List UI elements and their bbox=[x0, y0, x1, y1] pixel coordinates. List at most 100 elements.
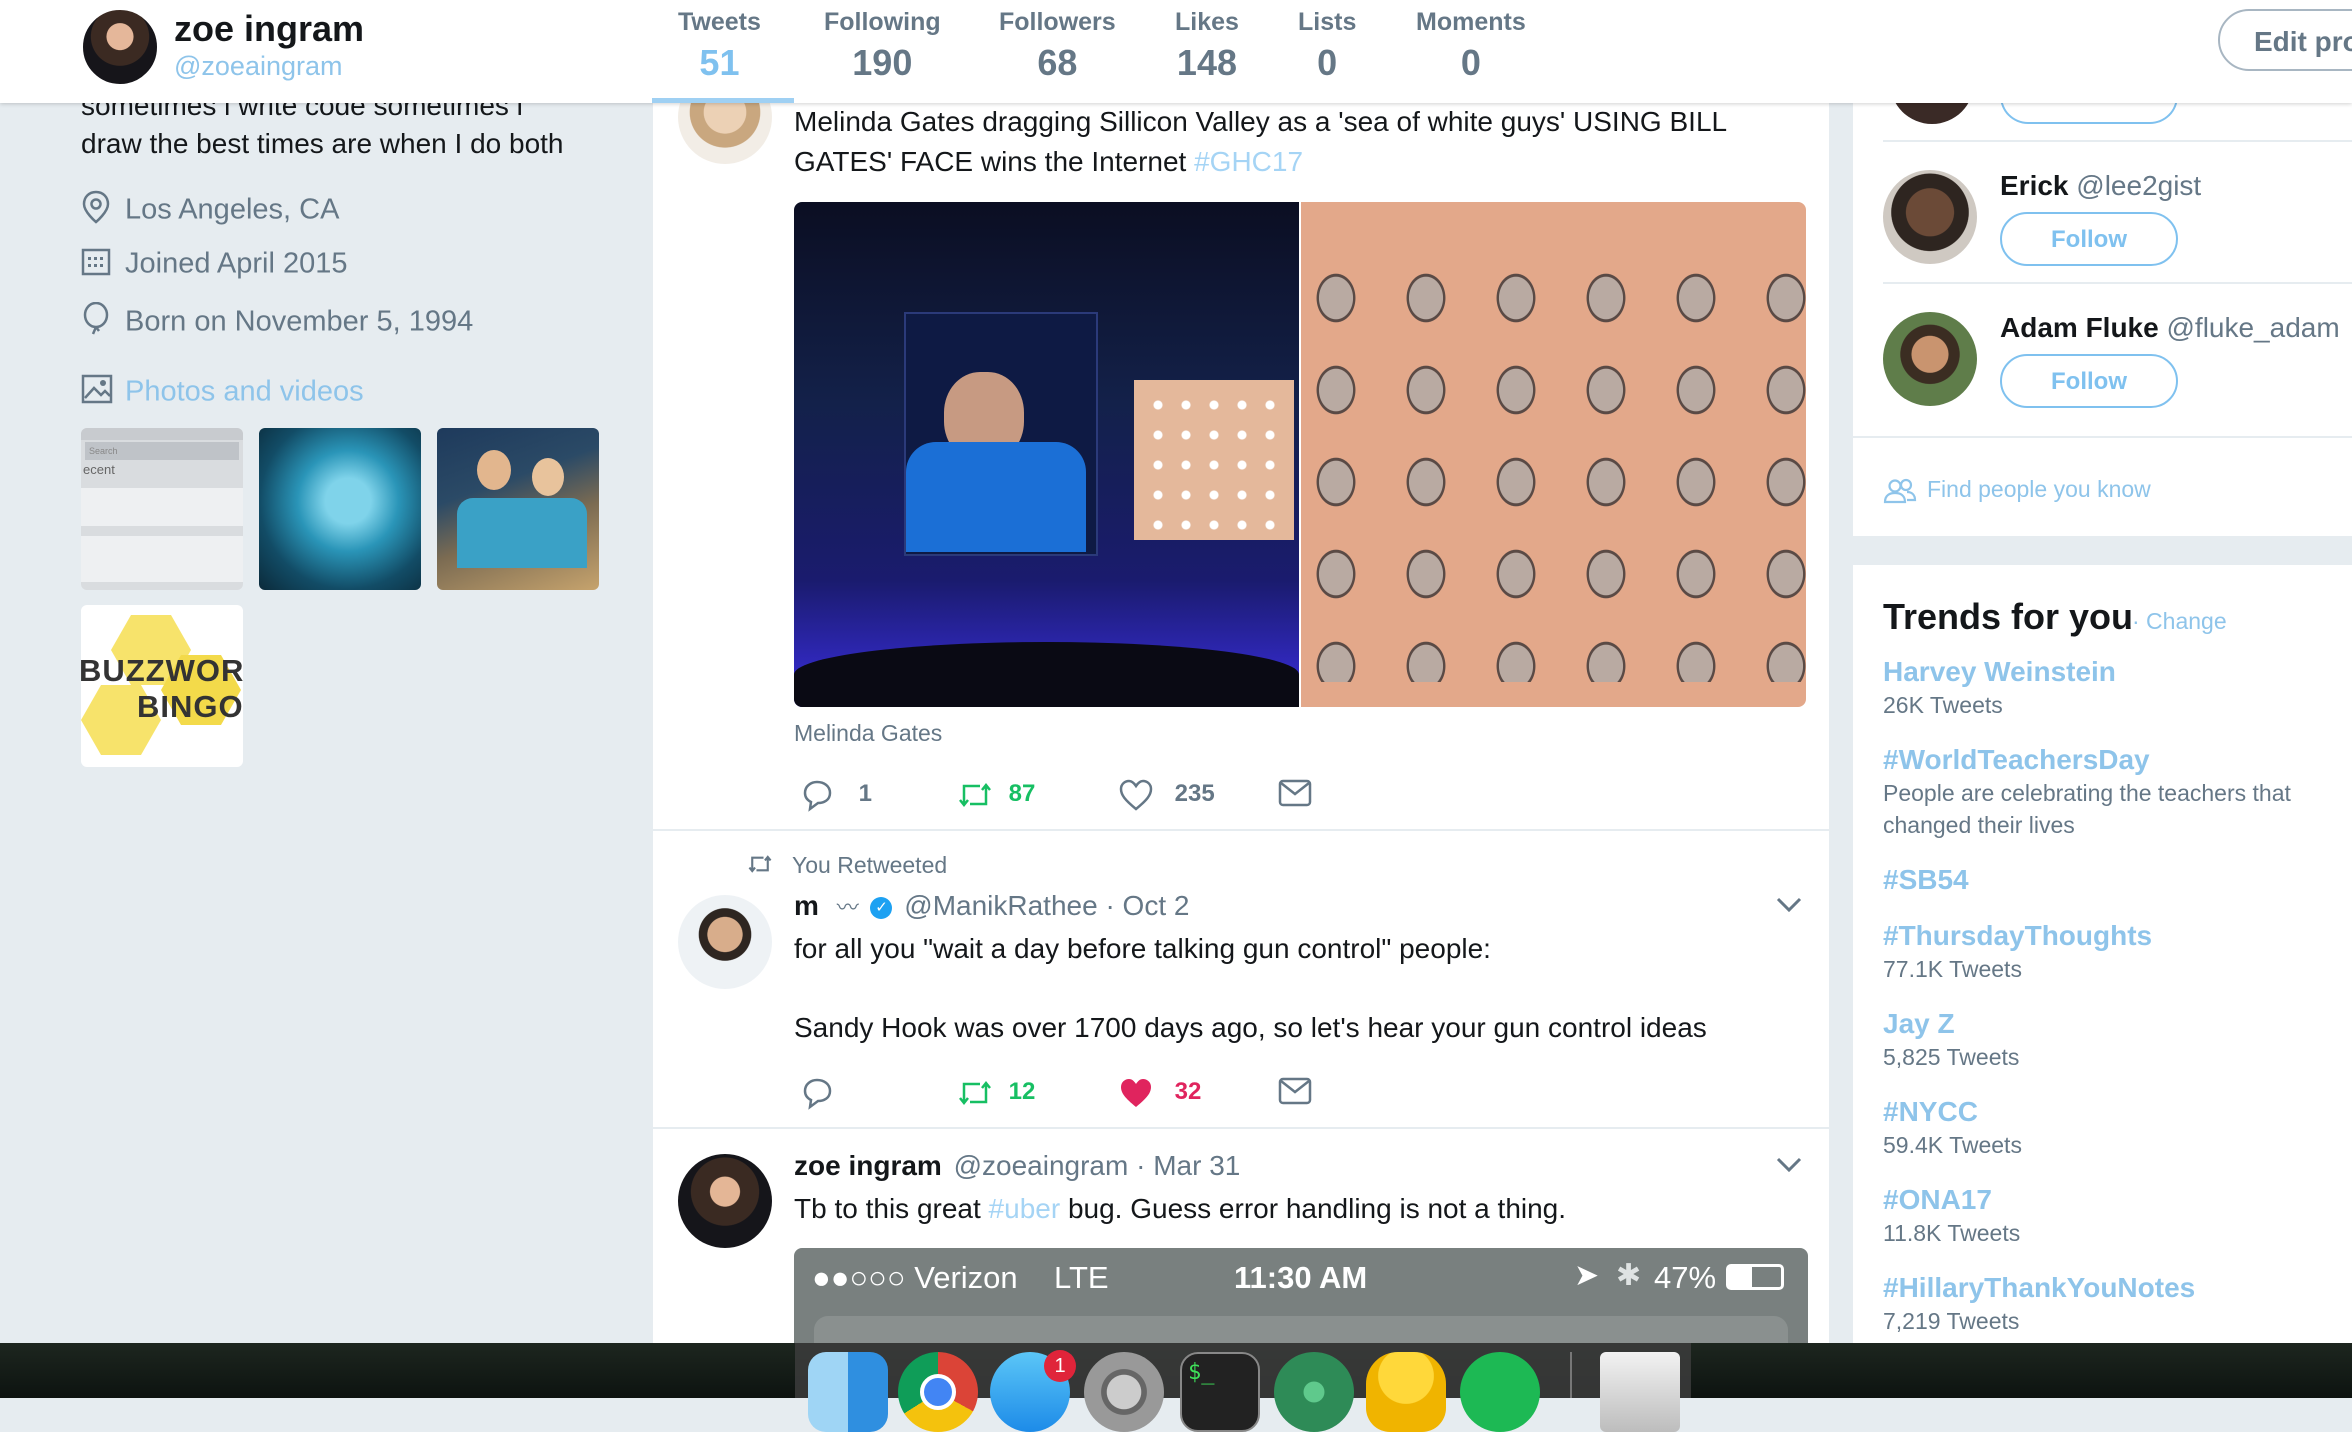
heart-icon bbox=[1119, 779, 1153, 811]
stat-likes[interactable]: Likes 148 bbox=[1175, 8, 1239, 84]
trend-item[interactable]: #HillaryThankYouNotes bbox=[1883, 1272, 2195, 1304]
edit-profile-button[interactable]: Edit pro bbox=[2218, 9, 2352, 71]
suggested-handle: @lee2gist bbox=[2076, 170, 2202, 201]
birthday-text: Born on November 5, 1994 bbox=[125, 305, 474, 338]
reply-button[interactable] bbox=[800, 1076, 834, 1117]
tweet-photo-faces[interactable] bbox=[1301, 202, 1806, 707]
tweet-date[interactable]: · Oct 2 bbox=[1105, 890, 1189, 921]
trend-item[interactable]: #ThursdayThoughts bbox=[1883, 920, 2152, 952]
media-thumbnail[interactable] bbox=[437, 428, 599, 590]
suggested-user[interactable]: Adam Fluke @fluke_adam bbox=[2000, 312, 2340, 344]
author-deco: 〰 bbox=[836, 895, 859, 920]
trend-item[interactable]: Jay Z bbox=[1883, 1008, 1955, 1040]
stat-moments[interactable]: Moments 0 bbox=[1416, 8, 1526, 84]
balloon-icon bbox=[81, 301, 115, 344]
trash-icon[interactable] bbox=[1600, 1352, 1680, 1432]
author-name[interactable]: m bbox=[794, 890, 819, 921]
chevron-down-icon[interactable] bbox=[1776, 896, 1802, 919]
trend-item[interactable]: #SB54 bbox=[1883, 864, 1969, 896]
photos-videos-link[interactable]: Photos and videos bbox=[81, 374, 364, 414]
phone-carrier: ●●○○○ Verizon bbox=[812, 1260, 1018, 1295]
avatar[interactable] bbox=[1883, 170, 1977, 264]
atom-icon[interactable] bbox=[1274, 1352, 1354, 1432]
spotify-icon[interactable] bbox=[1460, 1352, 1540, 1432]
find-people-link[interactable]: Find people you know bbox=[1883, 476, 2151, 504]
trend-item[interactable]: #ONA17 bbox=[1883, 1184, 1992, 1216]
system-preferences-icon[interactable] bbox=[1084, 1352, 1164, 1432]
suggested-handle: @fluke_adam bbox=[2166, 312, 2340, 343]
avatar[interactable] bbox=[678, 1154, 772, 1248]
retweet-icon bbox=[959, 1080, 991, 1106]
avatar[interactable] bbox=[678, 895, 772, 989]
tweet-header: m 〰 ✓ @ManikRathee · Oct 2 bbox=[794, 890, 1189, 922]
follow-button[interactable]: Follow bbox=[2000, 212, 2178, 266]
chrome-icon[interactable] bbox=[898, 1352, 978, 1432]
reply-button[interactable]: 1 bbox=[800, 778, 872, 812]
author-handle[interactable]: @ManikRathee bbox=[904, 890, 1097, 921]
active-tab-indicator bbox=[652, 98, 794, 103]
finder-icon[interactable] bbox=[808, 1352, 888, 1432]
people-icon bbox=[1883, 478, 1917, 504]
chevron-down-icon[interactable] bbox=[1776, 1156, 1802, 1179]
follow-button[interactable]: Follow bbox=[2000, 354, 2178, 408]
terminal-icon[interactable]: $_ bbox=[1180, 1352, 1260, 1432]
stat-lists[interactable]: Lists 0 bbox=[1298, 8, 1356, 84]
phone-time: 11:30 AM bbox=[1234, 1260, 1368, 1295]
tweet-photo-phone-screenshot[interactable]: ●●○○○ Verizon LTE 11:30 AM ➤ ✱ 47% bbox=[794, 1248, 1808, 1343]
media-thumbnail[interactable] bbox=[259, 428, 421, 590]
location-pin-icon bbox=[81, 190, 115, 232]
trends-title: Trends for you bbox=[1883, 596, 2134, 637]
profile-handle[interactable]: @zoeaingram bbox=[174, 51, 343, 82]
trends-change-link[interactable]: · Change bbox=[2132, 608, 2227, 635]
hashtag-link[interactable]: #uber bbox=[989, 1193, 1061, 1224]
heart-icon bbox=[1121, 1079, 1151, 1107]
trend-item[interactable]: #WorldTeachersDay bbox=[1883, 744, 2150, 776]
trend-description: changed their lives bbox=[1883, 812, 2075, 838]
retweet-count: 87 bbox=[1008, 780, 1036, 808]
birthday-row: Born on November 5, 1994 bbox=[81, 301, 474, 344]
divider bbox=[1883, 282, 2352, 284]
cyberduck-icon[interactable] bbox=[1366, 1352, 1446, 1432]
bluetooth-icon: ✱ bbox=[1616, 1259, 1642, 1292]
tweet-photo-stage[interactable] bbox=[794, 202, 1299, 707]
location-arrow-icon: ➤ bbox=[1574, 1259, 1600, 1292]
stat-label: Lists bbox=[1298, 8, 1357, 36]
stat-value: 0 bbox=[1460, 42, 1481, 83]
stat-following[interactable]: Following 190 bbox=[824, 8, 941, 84]
divider bbox=[1883, 140, 2352, 142]
author-name[interactable]: zoe ingram bbox=[794, 1150, 942, 1181]
tweet-text: bug. Guess error handling is not a thing… bbox=[1060, 1193, 1567, 1224]
divider bbox=[653, 829, 1829, 831]
location-row: Los Angeles, CA bbox=[81, 190, 339, 230]
retweet-button[interactable]: 12 bbox=[956, 1076, 1035, 1110]
hashtag-link[interactable]: #GHC17 bbox=[1194, 146, 1303, 177]
media-thumbnail[interactable]: BUZZWORD BINGO bbox=[81, 605, 243, 767]
retweet-button[interactable]: 87 bbox=[956, 778, 1035, 812]
like-button[interactable]: 32 bbox=[1118, 1076, 1201, 1110]
trend-description: People are celebrating the teachers that bbox=[1883, 780, 2291, 806]
trend-item[interactable]: Harvey Weinstein bbox=[1883, 656, 2116, 688]
trend-count: 11.8K Tweets bbox=[1883, 1220, 2021, 1246]
stat-label: Tweets bbox=[678, 8, 761, 36]
suggested-user[interactable]: Erick @lee2gist bbox=[2000, 170, 2201, 202]
stat-label: Following bbox=[824, 8, 941, 36]
tweet-date[interactable]: · Mar 31 bbox=[1136, 1150, 1240, 1181]
stat-tweets[interactable]: Tweets 51 bbox=[678, 8, 761, 84]
find-people-label: Find people you know bbox=[1927, 476, 2151, 502]
reply-icon bbox=[803, 1078, 832, 1110]
direct-message-button[interactable] bbox=[1278, 1076, 1312, 1113]
profile-name[interactable]: zoe ingram bbox=[174, 8, 364, 50]
trend-item[interactable]: #NYCC bbox=[1883, 1096, 1978, 1128]
tweet-header: zoe ingram @zoeaingram · Mar 31 bbox=[794, 1150, 1240, 1182]
joined-row: Joined April 2015 bbox=[81, 246, 348, 286]
author-handle[interactable]: @zoeaingram bbox=[954, 1150, 1129, 1181]
stat-followers[interactable]: Followers 68 bbox=[999, 8, 1116, 84]
reply-icon bbox=[803, 780, 832, 812]
stat-label: Moments bbox=[1416, 8, 1526, 36]
avatar[interactable] bbox=[1883, 312, 1977, 406]
avatar[interactable] bbox=[81, 8, 159, 86]
like-button[interactable]: 235 bbox=[1118, 778, 1215, 812]
direct-message-button[interactable] bbox=[1278, 778, 1312, 815]
media-thumbnail[interactable]: Search ecent bbox=[81, 428, 243, 590]
joined-text: Joined April 2015 bbox=[125, 247, 348, 280]
